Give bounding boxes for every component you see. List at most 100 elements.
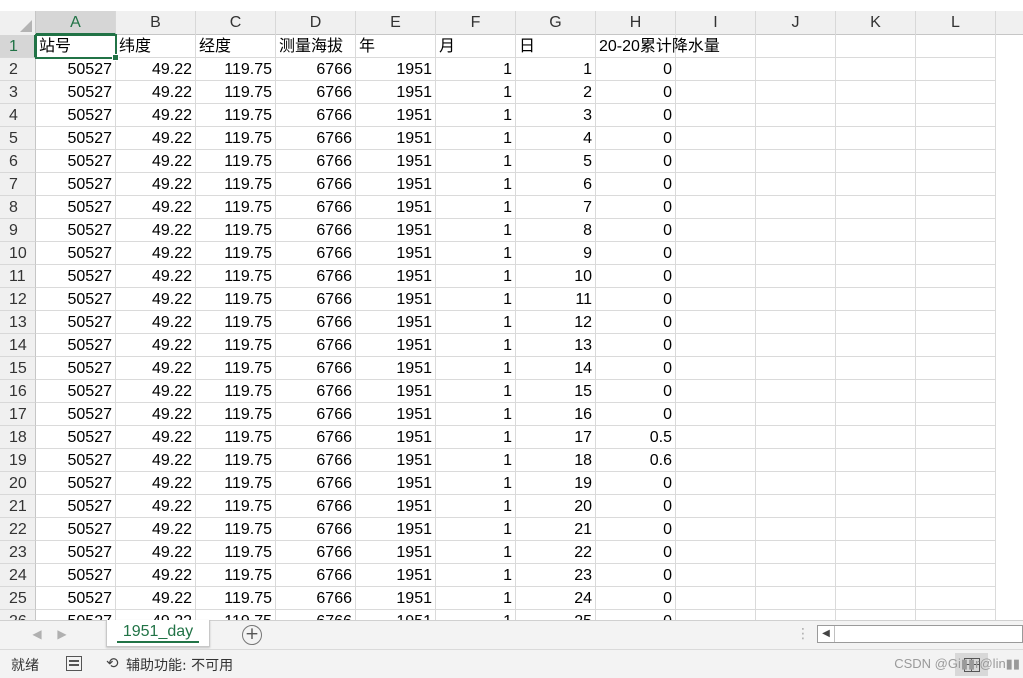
data-cell[interactable]: 49.22: [116, 357, 196, 380]
data-cell[interactable]: 6766: [276, 196, 356, 219]
data-cell[interactable]: [836, 518, 916, 541]
data-cell[interactable]: 1951: [356, 380, 436, 403]
row-header[interactable]: 12: [0, 288, 36, 311]
data-cell[interactable]: 4: [516, 127, 596, 150]
data-cell[interactable]: [916, 311, 996, 334]
data-cell[interactable]: [916, 564, 996, 587]
data-cell[interactable]: 1: [436, 58, 516, 81]
data-cell[interactable]: [756, 150, 836, 173]
data-cell[interactable]: [756, 219, 836, 242]
data-cell[interactable]: 5: [516, 150, 596, 173]
data-cell[interactable]: [836, 541, 916, 564]
data-cell[interactable]: 21: [516, 518, 596, 541]
data-cell[interactable]: 0: [596, 518, 676, 541]
data-cell[interactable]: [836, 173, 916, 196]
data-cell[interactable]: [676, 610, 756, 620]
data-cell[interactable]: 0: [596, 357, 676, 380]
header-cell[interactable]: 月: [436, 35, 516, 58]
data-cell[interactable]: 1951: [356, 265, 436, 288]
data-cell[interactable]: 2: [516, 81, 596, 104]
data-cell[interactable]: 50527: [36, 541, 116, 564]
data-cell[interactable]: 1951: [356, 334, 436, 357]
data-cell[interactable]: 1: [436, 104, 516, 127]
data-cell[interactable]: [676, 449, 756, 472]
data-cell[interactable]: 49.22: [116, 518, 196, 541]
data-cell[interactable]: 20: [516, 495, 596, 518]
data-cell[interactable]: 49.22: [116, 380, 196, 403]
data-cell[interactable]: 7: [516, 196, 596, 219]
data-cell[interactable]: 6766: [276, 173, 356, 196]
column-header-k[interactable]: K: [836, 11, 916, 35]
data-cell[interactable]: 1951: [356, 219, 436, 242]
data-cell[interactable]: [676, 541, 756, 564]
row-header[interactable]: 13: [0, 311, 36, 334]
data-cell[interactable]: 1951: [356, 610, 436, 620]
data-cell[interactable]: 50527: [36, 449, 116, 472]
data-cell[interactable]: [756, 518, 836, 541]
data-cell[interactable]: [916, 242, 996, 265]
row-header[interactable]: 7: [0, 173, 36, 196]
data-cell[interactable]: 0: [596, 334, 676, 357]
data-cell[interactable]: 119.75: [196, 311, 276, 334]
data-cell[interactable]: 6766: [276, 449, 356, 472]
data-cell[interactable]: [756, 81, 836, 104]
data-cell[interactable]: [676, 426, 756, 449]
data-cell[interactable]: 0.5: [596, 426, 676, 449]
data-cell[interactable]: [676, 104, 756, 127]
data-cell[interactable]: [836, 587, 916, 610]
data-cell[interactable]: [916, 265, 996, 288]
data-cell[interactable]: 6766: [276, 81, 356, 104]
data-cell[interactable]: 119.75: [196, 288, 276, 311]
data-cell[interactable]: 1: [436, 81, 516, 104]
row-header[interactable]: 11: [0, 265, 36, 288]
data-cell[interactable]: [916, 495, 996, 518]
data-cell[interactable]: [756, 403, 836, 426]
data-cell[interactable]: [676, 472, 756, 495]
row-header[interactable]: 3: [0, 81, 36, 104]
sheet-tab-active[interactable]: 1951_day: [106, 620, 210, 647]
data-cell[interactable]: 1: [436, 242, 516, 265]
data-cell[interactable]: [676, 58, 756, 81]
data-cell[interactable]: 0: [596, 219, 676, 242]
data-cell[interactable]: [916, 518, 996, 541]
data-cell[interactable]: [916, 449, 996, 472]
data-cell[interactable]: 1951: [356, 242, 436, 265]
row-header[interactable]: 1: [0, 35, 36, 58]
row-header[interactable]: 8: [0, 196, 36, 219]
data-cell[interactable]: 6766: [276, 242, 356, 265]
column-header-i[interactable]: I: [676, 11, 756, 35]
data-cell[interactable]: 50527: [36, 104, 116, 127]
row-header[interactable]: 16: [0, 380, 36, 403]
data-cell[interactable]: [836, 104, 916, 127]
data-cell[interactable]: 119.75: [196, 518, 276, 541]
data-cell[interactable]: 0: [596, 403, 676, 426]
data-cell[interactable]: 49.22: [116, 150, 196, 173]
data-cell[interactable]: [676, 357, 756, 380]
data-cell[interactable]: [916, 426, 996, 449]
header-cell[interactable]: 20-20累计降水量: [596, 35, 720, 58]
data-cell[interactable]: [676, 81, 756, 104]
data-cell[interactable]: 1: [436, 380, 516, 403]
data-cell[interactable]: 50527: [36, 242, 116, 265]
data-cell[interactable]: 6766: [276, 380, 356, 403]
data-cell[interactable]: 119.75: [196, 173, 276, 196]
data-cell[interactable]: [756, 587, 836, 610]
data-cell[interactable]: 50527: [36, 587, 116, 610]
data-cell[interactable]: 49.22: [116, 196, 196, 219]
data-cell[interactable]: 0: [596, 104, 676, 127]
data-cell[interactable]: 6766: [276, 587, 356, 610]
data-cell[interactable]: 1951: [356, 196, 436, 219]
chevron-right-icon[interactable]: ▶: [55, 627, 69, 641]
header-cell[interactable]: [836, 35, 916, 58]
data-cell[interactable]: 1951: [356, 311, 436, 334]
data-cell[interactable]: 50527: [36, 357, 116, 380]
data-cell[interactable]: 1951: [356, 472, 436, 495]
data-cell[interactable]: 0: [596, 81, 676, 104]
data-cell[interactable]: 50527: [36, 610, 116, 620]
data-cell[interactable]: 18: [516, 449, 596, 472]
spreadsheet-grid[interactable]: ABCDEFGHIJKL 1 站号 纬度 经度 测量海拔年月日 20-20累计降水量 2 50…: [0, 0, 1023, 620]
data-cell[interactable]: 50527: [36, 265, 116, 288]
data-cell[interactable]: 11: [516, 288, 596, 311]
data-cell[interactable]: 0: [596, 311, 676, 334]
data-cell[interactable]: 49.22: [116, 495, 196, 518]
